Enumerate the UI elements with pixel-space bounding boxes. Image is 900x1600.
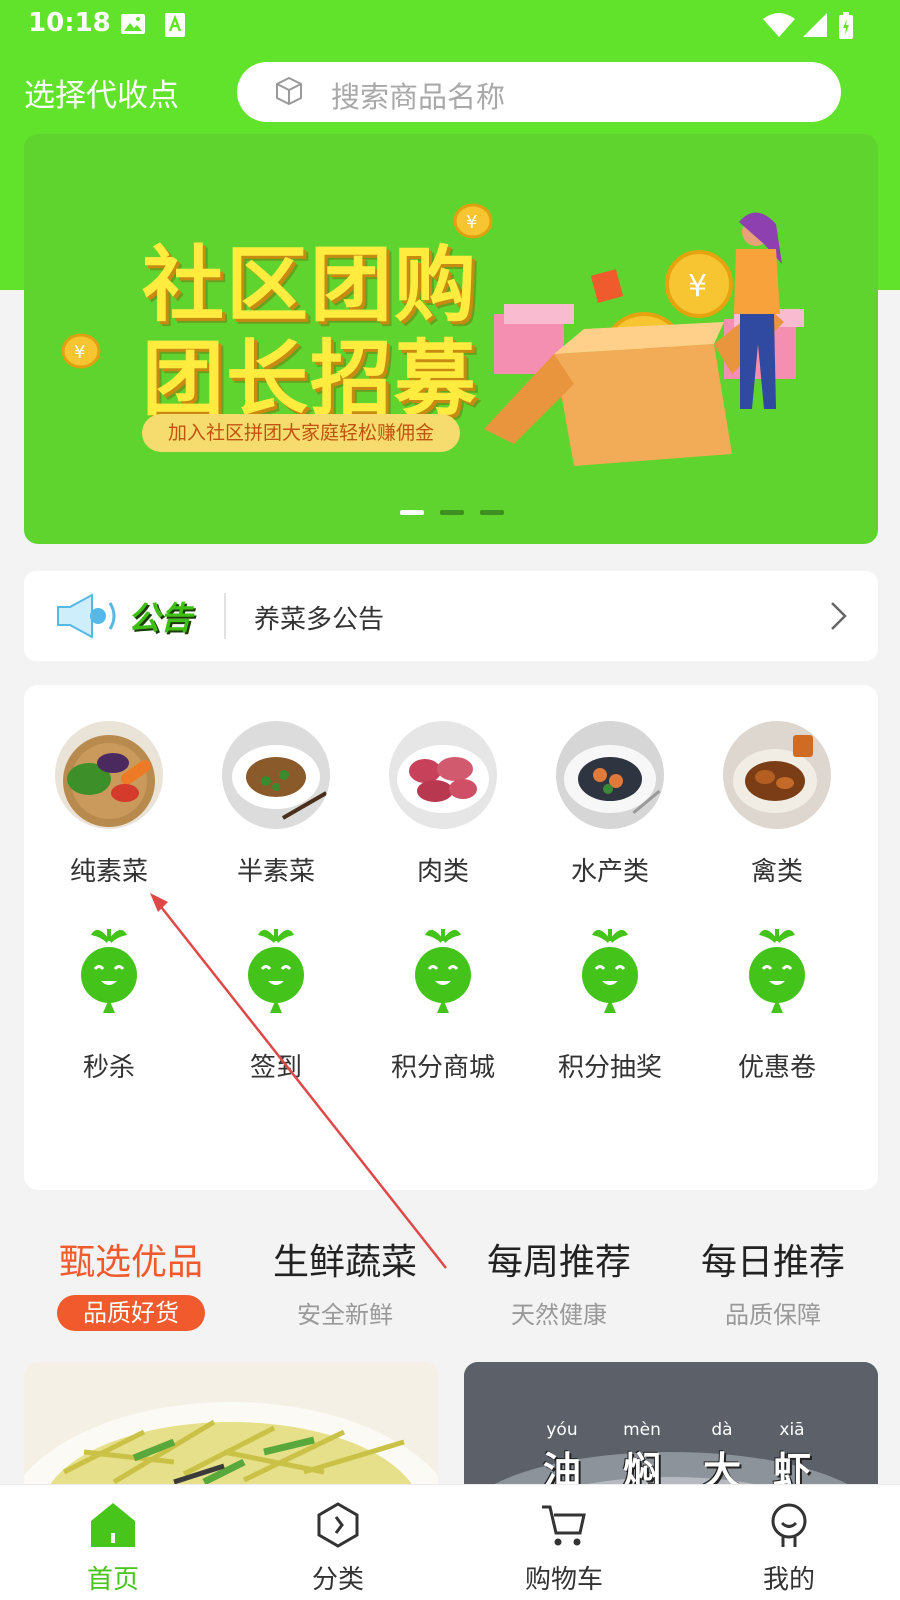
nav-label: 分类 (311, 1565, 364, 1595)
annotation-arrow (150, 893, 447, 1269)
nav-cart[interactable]: 购物车 (484, 1499, 644, 1596)
nav-home[interactable]: 首页 (33, 1499, 193, 1596)
profile-icon (763, 1499, 815, 1551)
bottom-navigation: 首页 分类 购物车 我的 (0, 1484, 900, 1600)
nav-label: 购物车 (524, 1565, 603, 1595)
nav-label: 首页 (86, 1565, 139, 1595)
category-icon (312, 1499, 364, 1551)
cart-icon (538, 1499, 590, 1551)
nav-category[interactable]: 分类 (258, 1499, 418, 1596)
home-icon (87, 1499, 139, 1551)
nav-label: 我的 (762, 1565, 815, 1595)
nav-profile[interactable]: 我的 (709, 1499, 869, 1596)
